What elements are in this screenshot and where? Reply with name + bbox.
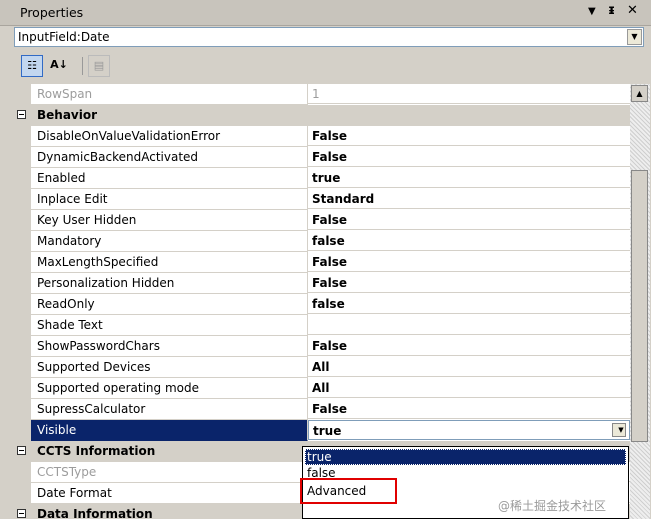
property-name: Shade Text <box>31 315 308 336</box>
collapse-icon[interactable] <box>17 446 26 455</box>
properties-toolbar: ☷ A↓ ▤ <box>14 52 644 82</box>
object-selector[interactable]: InputField:Date ▼ <box>14 27 644 47</box>
property-value[interactable]: false <box>308 231 630 251</box>
property-name: DisableOnValueValidationError <box>31 126 308 147</box>
property-name: DynamicBackendActivated <box>31 147 308 168</box>
property-row[interactable]: ShowPasswordChars False <box>14 336 630 357</box>
property-value[interactable]: False <box>308 252 630 272</box>
property-value[interactable]: 1 <box>308 84 630 104</box>
property-name: Visible <box>31 420 308 441</box>
property-value[interactable] <box>308 315 630 335</box>
category-label: Behavior <box>37 108 98 122</box>
window-position-icon[interactable]: ▼ <box>588 6 596 17</box>
property-name: Personalization Hidden <box>31 273 308 294</box>
alphabetical-icon[interactable]: A↓ <box>48 55 70 77</box>
property-value[interactable]: False <box>308 210 630 230</box>
watermark: @稀土掘金技术社区 <box>498 499 607 513</box>
property-name: SupressCalculator <box>31 399 308 420</box>
property-name: CCTSType <box>31 462 308 483</box>
property-value[interactable]: true ▼ <box>308 420 630 440</box>
property-name: Supported Devices <box>31 357 308 378</box>
property-name: Key User Hidden <box>31 210 308 231</box>
property-row[interactable]: Mandatory false <box>14 231 630 252</box>
category-behavior[interactable]: Behavior <box>14 105 630 126</box>
collapse-icon[interactable] <box>17 509 26 518</box>
panel-title-bar: Properties ▼ ᵻ ✕ <box>0 0 651 26</box>
scroll-up-icon[interactable]: ▲ <box>631 85 648 102</box>
property-row-visible-selected[interactable]: Visible true ▼ <box>14 420 630 441</box>
property-name: RowSpan <box>31 84 308 105</box>
property-row[interactable]: SupressCalculator False <box>14 399 630 420</box>
property-value[interactable]: true <box>308 168 630 188</box>
categorized-icon[interactable]: ☷ <box>21 55 43 77</box>
property-row[interactable]: ReadOnly false <box>14 294 630 315</box>
property-value[interactable]: False <box>308 126 630 146</box>
property-row[interactable]: Supported Devices All <box>14 357 630 378</box>
pin-icon[interactable]: ᵻ <box>608 3 615 18</box>
property-row[interactable]: DisableOnValueValidationError False <box>14 126 630 147</box>
vertical-scrollbar[interactable]: ▲ <box>630 84 650 519</box>
property-row[interactable]: Key User Hidden False <box>14 210 630 231</box>
property-name: Supported operating mode <box>31 378 308 399</box>
property-value[interactable]: All <box>308 378 630 398</box>
panel-title: Properties <box>20 5 84 20</box>
property-name: Date Format <box>31 483 308 504</box>
property-value[interactable]: False <box>308 399 630 419</box>
property-value[interactable]: false <box>308 294 630 314</box>
property-row-rowspan[interactable]: RowSpan 1 <box>14 84 630 105</box>
property-name: ShowPasswordChars <box>31 336 308 357</box>
dropdown-arrow-icon[interactable]: ▼ <box>612 423 626 437</box>
property-row[interactable]: MaxLengthSpecified False <box>14 252 630 273</box>
property-row[interactable]: Enabled true <box>14 168 630 189</box>
close-icon[interactable]: ✕ <box>627 3 638 18</box>
object-selector-value: InputField:Date <box>18 30 110 44</box>
scrollbar-thumb[interactable] <box>631 170 648 442</box>
dropdown-option-true[interactable]: true <box>305 449 626 465</box>
collapse-icon[interactable] <box>17 110 26 119</box>
property-row[interactable]: Supported operating mode All <box>14 378 630 399</box>
property-row[interactable]: Personalization Hidden False <box>14 273 630 294</box>
property-name: Inplace Edit <box>31 189 308 210</box>
property-value[interactable]: False <box>308 273 630 293</box>
property-value[interactable]: False <box>308 147 630 167</box>
property-value[interactable]: False <box>308 336 630 356</box>
annotation-highlight-box <box>300 478 397 504</box>
toolbar-separator <box>82 57 83 75</box>
category-label: CCTS Information <box>37 444 156 458</box>
property-value[interactable]: Standard <box>308 189 630 209</box>
chevron-down-icon[interactable]: ▼ <box>627 29 642 45</box>
property-row[interactable]: Inplace Edit Standard <box>14 189 630 210</box>
property-name: Mandatory <box>31 231 308 252</box>
property-row[interactable]: DynamicBackendActivated False <box>14 147 630 168</box>
property-value[interactable]: All <box>308 357 630 377</box>
property-pages-icon: ▤ <box>88 55 110 77</box>
property-name: MaxLengthSpecified <box>31 252 308 273</box>
property-name: Enabled <box>31 168 308 189</box>
property-row[interactable]: Shade Text <box>14 315 630 336</box>
property-name: ReadOnly <box>31 294 308 315</box>
category-label: Data Information <box>37 507 153 519</box>
